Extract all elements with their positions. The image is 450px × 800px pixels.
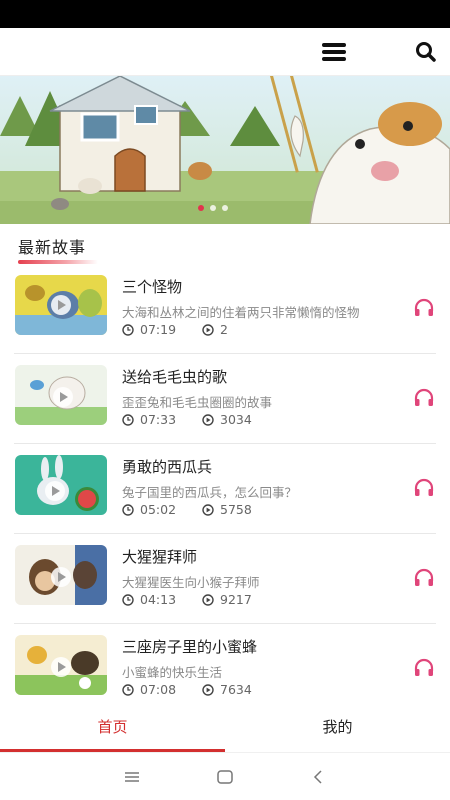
clock-icon: [122, 683, 134, 696]
clock-icon: [122, 413, 134, 426]
story-duration: 04:13: [140, 592, 177, 607]
menu-lines-icon: [125, 772, 139, 782]
story-duration: 05:02: [140, 502, 177, 517]
play-count-icon: [202, 683, 214, 696]
story-description: 大猩猩医生向小猴子拜师: [122, 575, 260, 590]
hamburger-line: [322, 50, 346, 54]
clock-icon: [122, 593, 134, 606]
play-count-icon: [202, 503, 214, 516]
listen-button[interactable]: [413, 568, 435, 588]
play-count-icon: [202, 323, 214, 336]
listen-button[interactable]: [413, 388, 435, 408]
story-description: 兔子国里的西瓜兵，怎么回事？: [122, 485, 298, 500]
hamburger-menu-icon: [322, 43, 346, 47]
story-duration: 07:33: [140, 412, 177, 427]
story-duration: 07:19: [140, 322, 177, 337]
list-item[interactable]: 三个怪物 大海和丛林之间的住着两只非常懒惰的怪物 07:19 2: [0, 264, 450, 354]
tab-mine[interactable]: 我的: [225, 702, 450, 752]
headphones-icon: [414, 658, 434, 676]
story-meta: 04:13 9217: [122, 592, 252, 607]
headphones-icon: [414, 478, 434, 496]
banner-illustration: [0, 76, 450, 224]
story-thumbnail: [15, 455, 107, 515]
headphones-icon: [414, 568, 434, 586]
headphones-icon: [414, 388, 434, 406]
story-thumbnail: [15, 545, 107, 605]
story-description: 歪歪兔和毛毛虫圈圈的故事: [122, 395, 273, 410]
story-title: 勇敢的西瓜兵: [122, 458, 213, 476]
back-chevron-icon: [313, 770, 322, 784]
story-duration: 07:08: [140, 682, 177, 697]
status-bar: [0, 0, 450, 28]
story-thumbnail: [15, 365, 107, 425]
section-title: 最新故事: [18, 238, 87, 257]
story-play-count: 3034: [220, 412, 252, 427]
story-meta: 07:33 3034: [122, 412, 252, 427]
story-list: 三个怪物 大海和丛林之间的住着两只非常懒惰的怪物 07:19 2 送给毛毛虫的歌…: [0, 264, 450, 714]
list-item[interactable]: 大猩猩拜师 大猩猩医生向小猴子拜师 04:13 9217: [0, 534, 450, 624]
story-play-count: 7634: [220, 682, 252, 697]
story-title: 三个怪物: [122, 278, 183, 296]
story-title: 大猩猩拜师: [122, 548, 198, 566]
menu-button[interactable]: [318, 40, 348, 64]
listen-button[interactable]: [413, 298, 435, 318]
story-title: 送给毛毛虫的歌: [122, 368, 228, 386]
top-bar: [0, 28, 450, 76]
home-button[interactable]: [213, 765, 237, 789]
story-thumbnail: [15, 635, 107, 695]
list-item[interactable]: 三座房子里的小蜜蜂 小蜜蜂的快乐生活 07:08 7634: [0, 624, 450, 714]
search-icon: [416, 42, 436, 62]
recent-apps-button[interactable]: [120, 765, 144, 789]
play-count-icon: [202, 413, 214, 426]
listen-button[interactable]: [413, 658, 435, 678]
banner-carousel[interactable]: [0, 76, 450, 224]
list-item[interactable]: 勇敢的西瓜兵 兔子国里的西瓜兵，怎么回事？ 05:02 5758: [0, 444, 450, 534]
story-title: 三座房子里的小蜜蜂: [122, 638, 258, 656]
story-play-count: 5758: [220, 502, 252, 517]
play-count-icon: [202, 593, 214, 606]
story-meta: 07:19 2: [122, 322, 228, 337]
listen-button[interactable]: [413, 478, 435, 498]
story-meta: 07:08 7634: [122, 682, 252, 697]
story-description: 小蜜蜂的快乐生活: [122, 665, 223, 680]
story-play-count: 2: [220, 322, 228, 337]
story-meta: 05:02 5758: [122, 502, 252, 517]
square-home-icon: [217, 770, 233, 784]
headphones-icon: [414, 298, 434, 316]
tab-home[interactable]: 首页: [0, 702, 225, 752]
back-button[interactable]: [306, 765, 330, 789]
hamburger-line: [322, 57, 346, 61]
story-description: 大海和丛林之间的住着两只非常懒惰的怪物: [122, 305, 360, 320]
clock-icon: [122, 323, 134, 336]
list-item[interactable]: 送给毛毛虫的歌 歪歪兔和毛毛虫圈圈的故事 07:33 3034: [0, 354, 450, 444]
story-thumbnail: [15, 275, 107, 335]
search-button[interactable]: [412, 38, 440, 66]
system-nav-bar: [0, 752, 450, 800]
clock-icon: [122, 503, 134, 516]
bottom-tab-bar: 首页 我的: [0, 702, 450, 752]
story-play-count: 9217: [220, 592, 252, 607]
